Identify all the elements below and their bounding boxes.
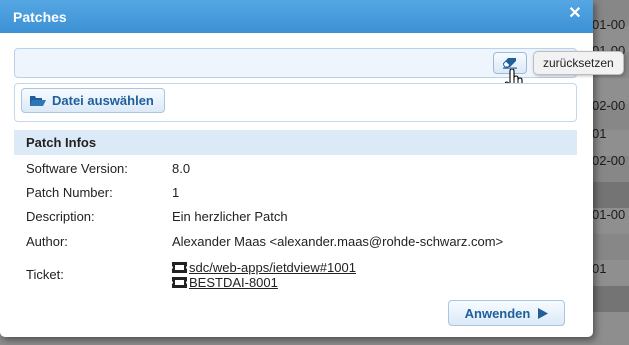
eraser-icon	[503, 58, 517, 69]
select-file-button[interactable]: Datei auswählen	[21, 88, 165, 113]
author-label: Author:	[26, 234, 68, 249]
ticket-link[interactable]: BESTDAI-8001	[189, 275, 278, 290]
reset-tooltip: zurücksetzen	[533, 51, 624, 75]
section-header-patch-infos: Patch Infos	[14, 130, 577, 155]
dialog-titlebar[interactable]: Patches ✕	[0, 0, 593, 33]
ticket-link-item: sdc/web-apps/ietdview#1001	[172, 260, 356, 275]
apply-button[interactable]: Anwenden	[448, 300, 565, 326]
ticket-label: Ticket:	[26, 267, 64, 282]
patch-number-label: Patch Number:	[26, 185, 113, 200]
close-icon[interactable]: ✕	[567, 6, 583, 22]
ticket-link-item: BESTDAI-8001	[172, 275, 278, 290]
dialog-title: Patches	[13, 8, 67, 25]
patch-number-value: 1	[172, 185, 180, 200]
description-value: Ein herzlicher Patch	[172, 209, 288, 224]
ticket-link[interactable]: sdc/web-apps/ietdview#1001	[189, 260, 356, 275]
software-version-value: 8.0	[172, 161, 191, 176]
author-value: Alexander Maas <alexander.maas@rohde-sch…	[172, 234, 504, 249]
select-file-label: Datei auswählen	[52, 93, 154, 108]
description-label: Description:	[26, 209, 95, 224]
play-icon	[538, 307, 549, 319]
folder-open-icon	[30, 96, 46, 106]
apply-label: Anwenden	[464, 305, 531, 321]
ticket-icon	[172, 262, 187, 273]
ticket-icon	[172, 277, 187, 288]
patches-dialog: Patches ✕ zurücksetzen Datei auswählen P…	[0, 0, 624, 337]
software-version-label: Software Version:	[26, 161, 128, 176]
